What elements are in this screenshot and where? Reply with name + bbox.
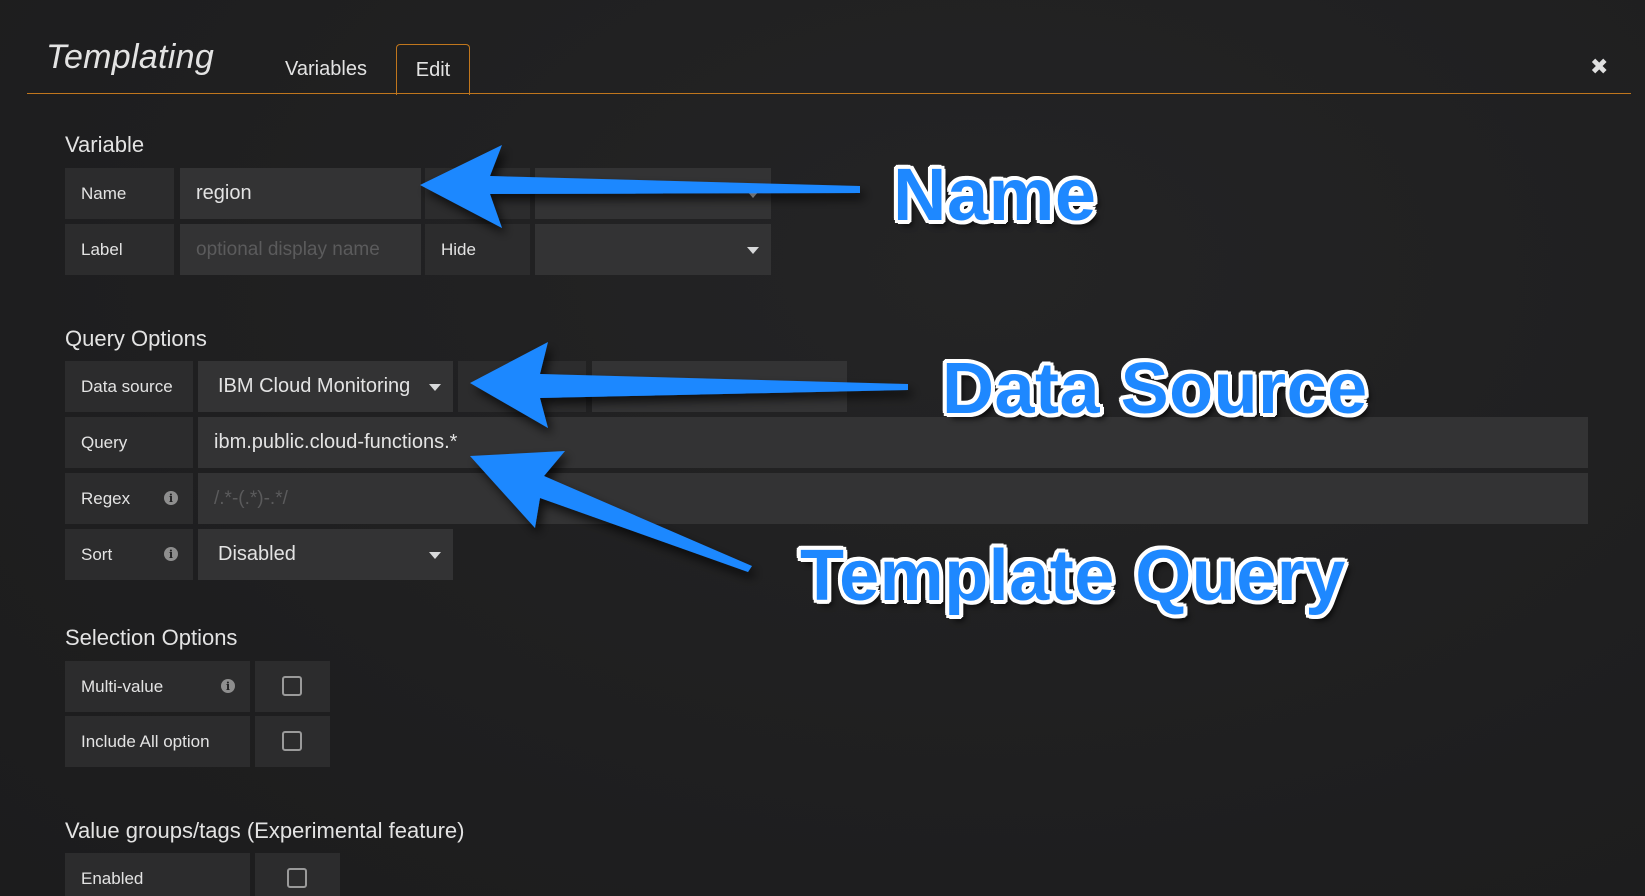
multi-value-cell (255, 661, 330, 712)
datasource-label: Data source (65, 361, 193, 412)
header-divider (27, 93, 1631, 94)
sort-label: Sort i (65, 529, 193, 580)
multi-value-label: Multi-value i (65, 661, 250, 712)
hide-select[interactable] (535, 224, 771, 275)
enabled-cell (255, 853, 340, 896)
sort-label-text: Sort (81, 544, 113, 564)
close-icon[interactable]: ✖ (1590, 54, 1608, 80)
templating-editor: Templating Variables Edit ✖ Variable Nam… (0, 0, 1645, 896)
multi-value-label-text: Multi-value (81, 676, 164, 696)
refresh-label (458, 361, 586, 412)
type-select[interactable] (535, 168, 771, 219)
chevron-down-icon (747, 190, 759, 198)
annotation-data-source: Data Source (942, 349, 1368, 429)
chevron-down-icon (429, 383, 441, 391)
regex-input[interactable]: /.*-(.*)-.*/ (198, 473, 1588, 524)
enabled-label: Enabled (65, 853, 250, 896)
regex-placeholder: /.*-(.*)-.*/ (214, 487, 288, 509)
sort-select[interactable]: Disabled (198, 529, 453, 580)
name-label: Name (65, 168, 174, 219)
info-icon[interactable]: i (221, 679, 235, 693)
hide-label: Hide (425, 224, 530, 275)
tab-edit[interactable]: Edit (396, 44, 470, 95)
label-label: Label (65, 224, 174, 275)
label-input[interactable]: optional display name (180, 224, 421, 275)
include-all-checkbox[interactable] (282, 731, 302, 751)
regex-label-text: Regex (81, 488, 131, 508)
tab-variables[interactable]: Variables (270, 46, 382, 93)
annotation-name: Name (893, 153, 1097, 236)
section-title-query-options: Query Options (65, 326, 207, 351)
refresh-select[interactable] (592, 361, 847, 412)
section-title-selection-options: Selection Options (65, 625, 238, 650)
label-placeholder: optional display name (196, 238, 380, 260)
chevron-down-icon (429, 551, 441, 559)
enabled-checkbox[interactable] (287, 868, 307, 888)
annotation-template-query: Template Query (800, 536, 1346, 616)
regex-label: Regex i (65, 473, 193, 524)
multi-value-checkbox[interactable] (282, 676, 302, 696)
datasource-value: IBM Cloud Monitoring (218, 375, 411, 397)
page-title: Templating (46, 38, 215, 76)
sort-value: Disabled (218, 543, 296, 565)
include-all-cell (255, 716, 330, 767)
include-all-label: Include All option (65, 716, 250, 767)
section-title-value-groups: Value groups/tags (Experimental feature) (65, 818, 465, 843)
info-icon[interactable]: i (164, 491, 178, 505)
datasource-select[interactable]: IBM Cloud Monitoring (198, 361, 453, 412)
query-label: Query (65, 417, 193, 468)
info-icon[interactable]: i (164, 547, 178, 561)
section-title-variable: Variable (65, 132, 145, 157)
query-input[interactable]: ibm.public.cloud-functions.* (198, 417, 1588, 468)
type-label (425, 168, 530, 219)
chevron-down-icon (747, 246, 759, 254)
name-input[interactable]: region (180, 168, 421, 219)
